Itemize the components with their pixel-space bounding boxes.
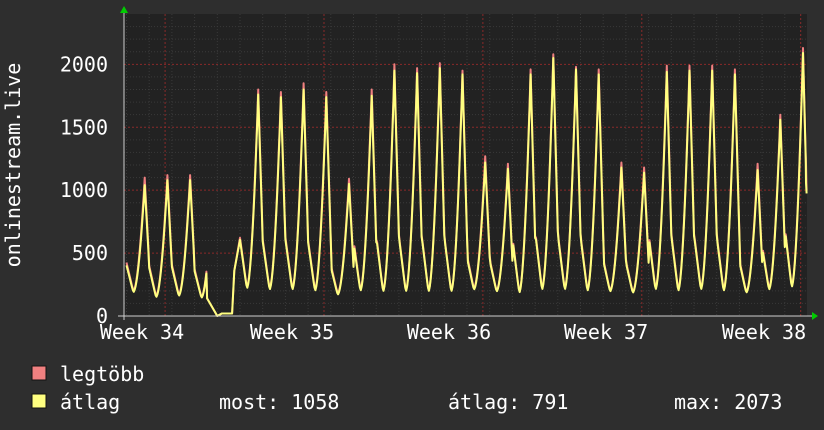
y-tick-label: 1000 xyxy=(60,178,108,202)
x-tick-label: Week 36 xyxy=(407,320,491,344)
x-tick-label: Week 38 xyxy=(722,320,806,344)
x-tick-label: Week 34 xyxy=(100,320,184,344)
stats-row: most: 1058 átlag: 791 max: 2073 xyxy=(219,390,782,414)
legend-label-legtobb: legtöbb xyxy=(60,362,144,386)
stat-most: most: 1058 xyxy=(219,390,339,414)
y-tick-label: 2000 xyxy=(60,52,108,76)
stat-max: max: 2073 xyxy=(674,390,782,414)
x-tick-label: Week 37 xyxy=(564,320,648,344)
y-tick-label: 1500 xyxy=(60,115,108,139)
y-tick-label: 500 xyxy=(72,241,108,265)
stat-atlag: átlag: 791 xyxy=(448,390,568,414)
y-axis-label: onlinestream.live xyxy=(1,63,25,268)
legend-swatch-legtobb xyxy=(31,365,47,381)
chart-canvas: 0500100015002000 Week 34 Week 35 Week 36 We… xyxy=(0,0,824,430)
legend-label-atlag: átlag xyxy=(60,390,120,414)
x-tick-label: Week 35 xyxy=(250,320,334,344)
legend-swatch-atlag xyxy=(31,393,47,409)
